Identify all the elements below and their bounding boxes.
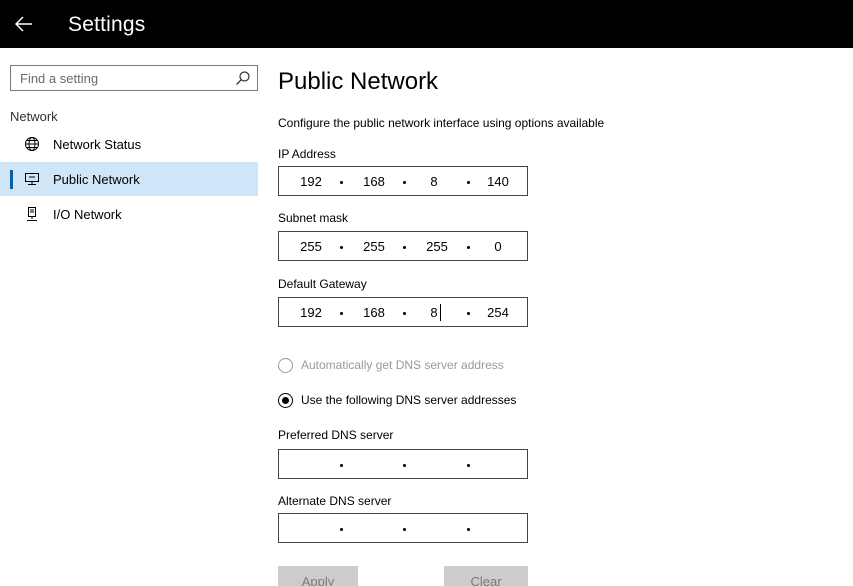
globe-icon — [23, 135, 41, 153]
octet-separator — [340, 528, 343, 531]
preferred-dns-label: Preferred DNS server — [278, 428, 394, 442]
back-button[interactable] — [8, 8, 40, 40]
subnet-octet-2[interactable]: 255 — [354, 239, 394, 254]
dns-auto-radio[interactable]: Automatically get DNS server address — [278, 355, 504, 375]
search-icon[interactable] — [235, 70, 251, 86]
gateway-octet-1[interactable]: 192 — [291, 305, 331, 320]
subnet-octet-4[interactable]: 0 — [478, 239, 518, 254]
text-caret — [440, 304, 441, 321]
window-title: Settings — [68, 13, 146, 36]
subnet-octet-1[interactable]: 255 — [291, 239, 331, 254]
octet-separator — [340, 181, 343, 184]
clear-button[interactable]: Clear — [444, 566, 528, 586]
octet-separator — [467, 528, 470, 531]
sidebar-group-label: Network — [10, 109, 58, 124]
octet-separator — [467, 464, 470, 467]
preferred-dns-input[interactable] — [278, 449, 528, 479]
ip-address-input[interactable]: 192 168 8 140 — [278, 166, 528, 196]
page-description: Configure the public network interface u… — [278, 116, 605, 130]
octet-separator — [467, 181, 470, 184]
octet-separator — [403, 528, 406, 531]
sidebar-item-label: Public Network — [53, 171, 140, 187]
ip-octet-1[interactable]: 192 — [291, 174, 331, 189]
ip-octet-3[interactable]: 8 — [414, 174, 454, 189]
back-arrow-icon — [15, 16, 32, 32]
octet-separator — [467, 246, 470, 249]
octet-separator — [340, 312, 343, 315]
page-title: Public Network — [278, 68, 439, 95]
gateway-octet-2[interactable]: 168 — [354, 305, 394, 320]
gateway-octet-3[interactable]: 8 — [414, 305, 454, 320]
apply-button[interactable]: Apply — [278, 566, 358, 586]
octet-separator — [467, 312, 470, 315]
alternate-dns-input[interactable] — [278, 513, 528, 543]
octet-separator — [340, 246, 343, 249]
octet-separator — [403, 246, 406, 249]
sidebar-item-public-network[interactable]: Public Network — [0, 162, 258, 196]
default-gateway-label: Default Gateway — [278, 277, 367, 291]
sidebar-item-label: I/O Network — [53, 206, 122, 222]
octet-separator — [403, 181, 406, 184]
search-input[interactable] — [11, 66, 231, 90]
title-bar: Settings — [0, 0, 853, 48]
monitor-network-icon — [23, 170, 41, 188]
ip-address-label: IP Address — [278, 147, 336, 161]
subnet-octet-3[interactable]: 255 — [417, 239, 457, 254]
dns-auto-label: Automatically get DNS server address — [301, 358, 504, 372]
io-network-icon — [23, 205, 41, 223]
default-gateway-input[interactable]: 192 168 8 254 — [278, 297, 528, 327]
ip-octet-4[interactable]: 140 — [478, 174, 518, 189]
ip-octet-2[interactable]: 168 — [354, 174, 394, 189]
search-box[interactable] — [10, 65, 258, 91]
radio-circle — [278, 357, 293, 373]
sidebar-item-label: Network Status — [53, 136, 142, 152]
octet-separator — [403, 312, 406, 315]
sidebar-item-io-network[interactable]: I/O Network — [0, 197, 258, 231]
radio-circle — [278, 392, 293, 408]
subnet-mask-input[interactable]: 255 255 255 0 — [278, 231, 528, 261]
subnet-mask-label: Subnet mask — [278, 211, 349, 225]
alternate-dns-label: Alternate DNS server — [278, 494, 392, 508]
octet-separator — [340, 464, 343, 467]
dns-manual-label: Use the following DNS server addresses — [301, 393, 517, 407]
octet-separator — [403, 464, 406, 467]
dns-manual-radio[interactable]: Use the following DNS server addresses — [278, 390, 516, 410]
sidebar-item-network-status[interactable]: Network Status — [0, 127, 258, 161]
gateway-octet-4[interactable]: 254 — [478, 305, 518, 320]
